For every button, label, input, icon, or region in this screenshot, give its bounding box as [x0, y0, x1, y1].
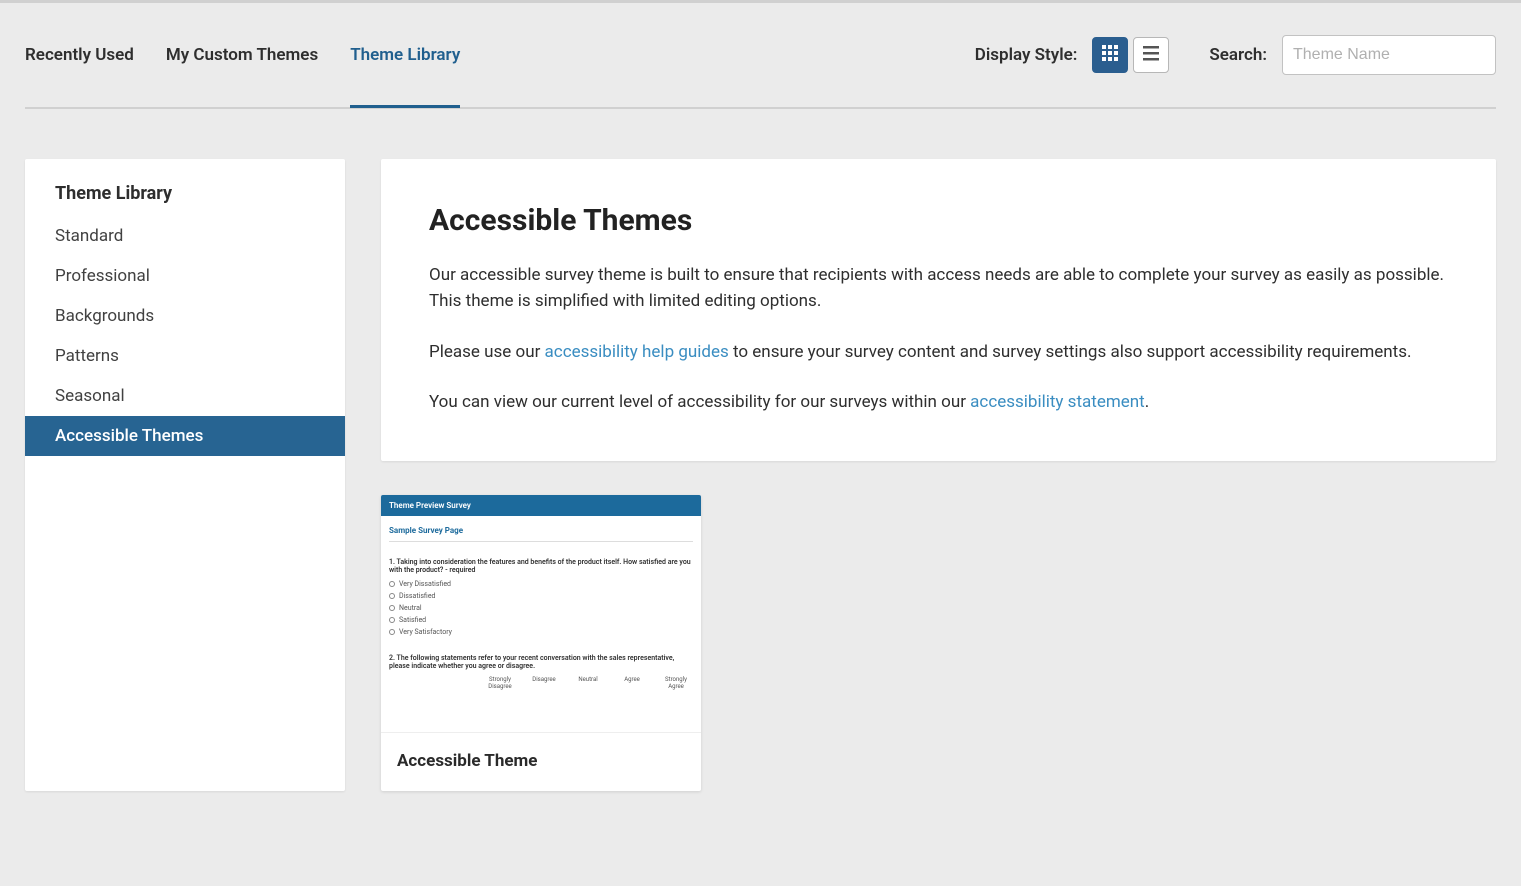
accessibility-help-guides-link[interactable]: accessibility help guides	[545, 342, 729, 362]
preview-opt-label: Neutral	[399, 604, 422, 612]
theme-grid: Theme Preview Survey Sample Survey Page …	[381, 495, 1496, 791]
search-group: Search:	[1209, 35, 1496, 75]
sidebar-item-seasonal[interactable]: Seasonal	[25, 376, 345, 416]
tab-my-custom-themes[interactable]: My Custom Themes	[166, 3, 318, 107]
likert-col: Disagree	[527, 676, 561, 690]
info-p3-post: .	[1145, 392, 1149, 412]
preview-opt: Satisfied	[389, 616, 693, 624]
preview-opt: Very Satisfactory	[389, 628, 693, 636]
info-paragraph-3: You can view our current level of access…	[429, 389, 1448, 415]
sidebar-title: Theme Library	[25, 159, 345, 216]
info-panel: Accessible Themes Our accessible survey …	[381, 159, 1496, 461]
preview-opt: Dissatisfied	[389, 592, 693, 600]
info-p2-post: to ensure your survey content and survey…	[729, 342, 1412, 362]
sidebar-item-patterns[interactable]: Patterns	[25, 336, 345, 376]
tabs: Recently Used My Custom Themes Theme Lib…	[25, 3, 460, 107]
theme-card-title: Accessible Theme	[381, 733, 701, 791]
preview-opt-label: Very Satisfactory	[399, 628, 452, 636]
preview-opt-label: Satisfied	[399, 616, 426, 624]
preview-opt-label: Dissatisfied	[399, 592, 435, 600]
theme-preview: Theme Preview Survey Sample Survey Page …	[381, 495, 701, 733]
likert-col: Strongly Disagree	[483, 676, 517, 690]
list-icon	[1142, 44, 1160, 66]
likert-col: Strongly Agree	[659, 676, 693, 690]
search-label: Search:	[1209, 45, 1267, 65]
tab-recently-used[interactable]: Recently Used	[25, 3, 134, 107]
likert-col: Agree	[615, 676, 649, 690]
info-p3-pre: You can view our current level of access…	[429, 392, 970, 412]
sidebar-item-backgrounds[interactable]: Backgrounds	[25, 296, 345, 336]
display-style-label: Display Style:	[975, 45, 1078, 65]
preview-header: Theme Preview Survey	[381, 495, 701, 516]
preview-opt: Neutral	[389, 604, 693, 612]
theme-card-accessible[interactable]: Theme Preview Survey Sample Survey Page …	[381, 495, 701, 791]
content-area: Accessible Themes Our accessible survey …	[381, 159, 1496, 791]
info-p2-pre: Please use our	[429, 342, 545, 362]
accessibility-statement-link[interactable]: accessibility statement	[970, 392, 1145, 412]
sidebar-item-standard[interactable]: Standard	[25, 216, 345, 256]
sidebar-item-professional[interactable]: Professional	[25, 256, 345, 296]
preview-q1: 1. Taking into consideration the feature…	[389, 558, 693, 574]
likert-col: Neutral	[571, 676, 605, 690]
sidebar: Theme Library Standard Professional Back…	[25, 159, 345, 791]
grid-icon	[1101, 44, 1119, 66]
grid-view-button[interactable]	[1092, 37, 1128, 73]
info-paragraph-2: Please use our accessibility help guides…	[429, 339, 1448, 365]
topbar: Recently Used My Custom Themes Theme Lib…	[25, 3, 1496, 109]
info-title: Accessible Themes	[429, 203, 1448, 238]
preview-likert-header: Strongly Disagree Disagree Neutral Agree…	[389, 676, 693, 690]
preview-opt: Very Dissatisfied	[389, 580, 693, 588]
info-paragraph-1: Our accessible survey theme is built to …	[429, 262, 1448, 315]
preview-q2: 2. The following statements refer to you…	[389, 654, 693, 670]
search-input[interactable]	[1282, 35, 1496, 75]
list-view-button[interactable]	[1133, 37, 1169, 73]
sidebar-item-accessible-themes[interactable]: Accessible Themes	[25, 416, 345, 456]
tab-theme-library[interactable]: Theme Library	[350, 3, 460, 107]
display-style-group: Display Style:	[975, 37, 1170, 73]
preview-opt-label: Very Dissatisfied	[399, 580, 451, 588]
preview-page-title: Sample Survey Page	[389, 526, 693, 542]
